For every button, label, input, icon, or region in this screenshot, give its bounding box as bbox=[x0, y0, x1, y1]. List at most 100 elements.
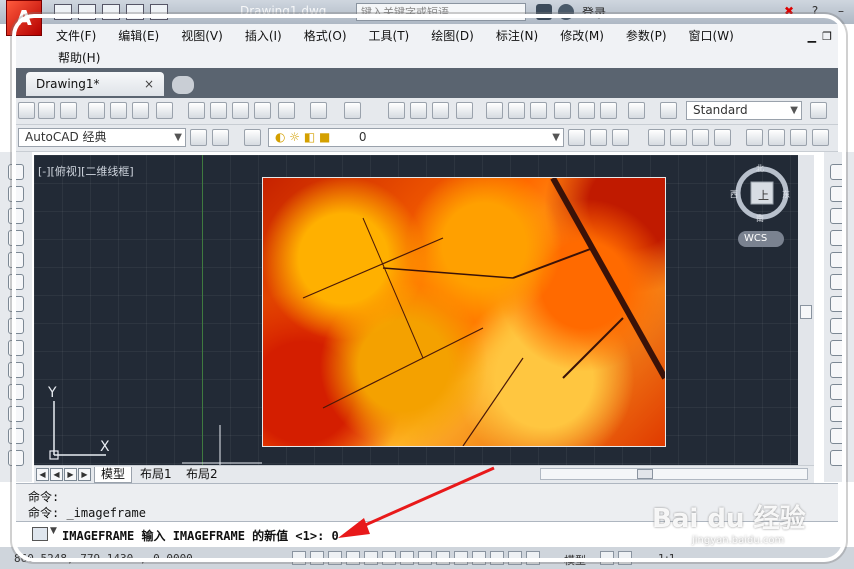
dim-style-icon[interactable] bbox=[810, 102, 827, 119]
radius-dim-icon[interactable] bbox=[746, 129, 763, 146]
3d-print-icon[interactable] bbox=[156, 102, 173, 119]
menu-help[interactable]: 帮助(H) bbox=[58, 50, 100, 66]
calculator-icon[interactable] bbox=[600, 102, 617, 119]
line-icon[interactable] bbox=[8, 164, 24, 180]
model-space-toggle[interactable]: 模型 bbox=[564, 552, 586, 568]
save-file-icon[interactable] bbox=[60, 102, 77, 119]
workspace-select[interactable]: AutoCAD 经典 ▼ bbox=[18, 128, 186, 147]
3d-osnap-icon[interactable] bbox=[400, 551, 414, 565]
close-icon[interactable]: × bbox=[144, 72, 154, 96]
viewport-controls[interactable]: [-][俯视][二维线框] bbox=[38, 163, 134, 179]
lineweight-icon[interactable] bbox=[472, 551, 486, 565]
next-layout-icon[interactable]: ▶ bbox=[64, 468, 77, 481]
layer-properties-icon[interactable] bbox=[244, 129, 261, 146]
quick-view-layouts-icon[interactable] bbox=[600, 551, 614, 565]
cut-icon[interactable] bbox=[188, 102, 205, 119]
diameter-dim-icon[interactable] bbox=[790, 129, 807, 146]
chevron-down-icon[interactable]: ▼ bbox=[50, 526, 57, 536]
zoom-window-icon[interactable] bbox=[432, 102, 449, 119]
save-icon[interactable] bbox=[102, 4, 120, 20]
hatch-icon[interactable] bbox=[8, 428, 24, 444]
paste-icon[interactable] bbox=[232, 102, 249, 119]
tab-drawing1[interactable]: Drawing1* × bbox=[26, 72, 164, 96]
join-icon[interactable] bbox=[830, 428, 846, 444]
copy-icon[interactable] bbox=[210, 102, 227, 119]
horizontal-scrollbar[interactable] bbox=[540, 468, 808, 480]
application-menu-button[interactable]: A bbox=[6, 0, 42, 36]
login-label[interactable]: 登录 bbox=[582, 4, 606, 21]
stretch-icon[interactable] bbox=[830, 340, 846, 356]
dynamic-input-icon[interactable] bbox=[454, 551, 468, 565]
trim-icon[interactable] bbox=[830, 362, 846, 378]
revcloud-icon[interactable] bbox=[8, 318, 24, 334]
last-layout-icon[interactable]: ▶ bbox=[78, 468, 91, 481]
annotation-scale[interactable]: 1:1 bbox=[658, 552, 676, 565]
menu-edit[interactable]: 编辑(E) bbox=[118, 28, 159, 44]
viewcube-west-label[interactable]: 西 bbox=[730, 189, 738, 200]
open-file-icon[interactable] bbox=[38, 102, 55, 119]
ellipse-icon[interactable] bbox=[8, 362, 24, 378]
help-icon[interactable]: ? bbox=[806, 3, 824, 19]
ordinate-dim-icon[interactable] bbox=[714, 129, 731, 146]
layer-select[interactable]: ◐ ☼ ◧ ■ 0 ▼ bbox=[268, 128, 564, 147]
open-icon[interactable] bbox=[78, 4, 96, 20]
publish-icon[interactable] bbox=[132, 102, 149, 119]
layer-tools-icon[interactable] bbox=[612, 129, 629, 146]
tab-layout2[interactable]: 布局2 bbox=[180, 467, 224, 482]
selection-cycling-icon[interactable] bbox=[526, 551, 540, 565]
polyline-icon[interactable] bbox=[8, 208, 24, 224]
polar-tracking-icon[interactable] bbox=[364, 551, 378, 565]
copy-object-icon[interactable] bbox=[830, 186, 846, 202]
erase-icon[interactable] bbox=[830, 164, 846, 180]
circle-icon[interactable] bbox=[8, 296, 24, 312]
viewcube-north-label[interactable]: 北 bbox=[756, 163, 764, 174]
ortho-mode-icon[interactable] bbox=[346, 551, 360, 565]
markup-icon[interactable] bbox=[578, 102, 595, 119]
insert-block-icon[interactable] bbox=[8, 384, 24, 400]
plot-icon[interactable] bbox=[88, 102, 105, 119]
preview-icon[interactable] bbox=[110, 102, 127, 119]
text-style-icon[interactable] bbox=[660, 102, 677, 119]
prev-layout-icon[interactable]: ◀ bbox=[50, 468, 63, 481]
workspace-settings-icon[interactable] bbox=[190, 129, 207, 146]
raster-image-autumn-leaves[interactable] bbox=[262, 177, 666, 447]
menu-window[interactable]: 窗口(W) bbox=[689, 28, 734, 44]
transparency-icon[interactable] bbox=[490, 551, 504, 565]
array-icon[interactable] bbox=[830, 252, 846, 268]
binoculars-icon[interactable] bbox=[536, 4, 552, 20]
menu-dimension[interactable]: 标注(N) bbox=[496, 28, 538, 44]
viewcube-south-label[interactable]: 南 bbox=[756, 213, 764, 224]
linear-dim-icon[interactable] bbox=[648, 129, 665, 146]
quick-view-drawings-icon[interactable] bbox=[618, 551, 632, 565]
exchange-icon[interactable]: ✖ bbox=[780, 3, 798, 19]
zoom-previous-icon[interactable] bbox=[456, 102, 473, 119]
tool-palettes-icon[interactable] bbox=[530, 102, 547, 119]
object-snap-icon[interactable] bbox=[382, 551, 396, 565]
menu-file[interactable]: 文件(F) bbox=[56, 28, 96, 44]
mdi-minimize-icon[interactable]: ▁ bbox=[808, 30, 816, 43]
menu-draw[interactable]: 绘图(D) bbox=[431, 28, 474, 44]
rotate-icon[interactable] bbox=[830, 296, 846, 312]
pan-icon[interactable] bbox=[388, 102, 405, 119]
menu-insert[interactable]: 插入(I) bbox=[245, 28, 282, 44]
save-as-icon[interactable] bbox=[126, 4, 144, 20]
extend-icon[interactable] bbox=[830, 384, 846, 400]
arc-icon[interactable] bbox=[8, 274, 24, 290]
print-icon[interactable] bbox=[150, 4, 168, 20]
aligned-dim-icon[interactable] bbox=[670, 129, 687, 146]
snap-mode-icon[interactable] bbox=[310, 551, 324, 565]
menu-parametric[interactable]: 参数(P) bbox=[626, 28, 667, 44]
design-center-icon[interactable] bbox=[508, 102, 525, 119]
command-customize-icon[interactable] bbox=[32, 527, 48, 541]
customize-icon[interactable] bbox=[212, 129, 229, 146]
region-icon[interactable] bbox=[8, 450, 24, 466]
zoom-realtime-icon[interactable] bbox=[410, 102, 427, 119]
redo-icon[interactable] bbox=[344, 102, 361, 119]
menu-modify[interactable]: 修改(M) bbox=[560, 28, 604, 44]
polygon-icon[interactable] bbox=[8, 230, 24, 246]
new-icon[interactable] bbox=[54, 4, 72, 20]
menu-view[interactable]: 视图(V) bbox=[181, 28, 223, 44]
viewcube-east-label[interactable]: 东 bbox=[782, 189, 790, 200]
block-editor-icon[interactable] bbox=[278, 102, 295, 119]
undo-icon[interactable] bbox=[310, 102, 327, 119]
